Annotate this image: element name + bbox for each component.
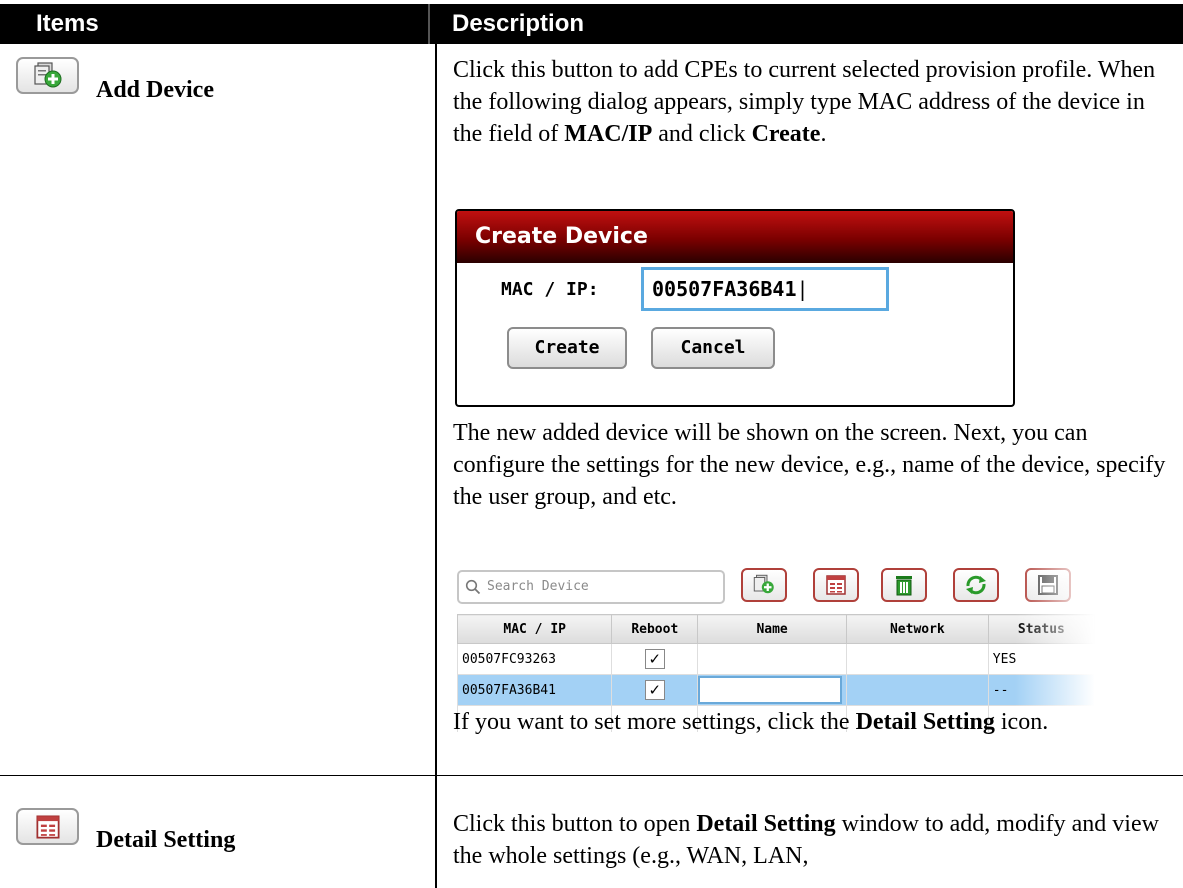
dialog-title: Create Device — [457, 211, 1013, 263]
toolbar-refresh-button[interactable] — [953, 568, 999, 602]
detail-setting-icon — [35, 814, 60, 839]
more-settings-description: If you want to set more settings, click … — [453, 709, 1049, 735]
detail-setting-button[interactable] — [16, 808, 79, 845]
search-icon — [465, 579, 481, 595]
cell-mac: 00507FA36B41 — [456, 674, 613, 706]
cell-name — [697, 674, 847, 706]
header-divider — [428, 4, 436, 44]
name-edit-input[interactable] — [698, 676, 843, 704]
cell-network[interactable] — [845, 674, 989, 706]
create-device-dialog: Create Device MAC / IP: 00507FA36B41| Cr… — [455, 209, 1015, 407]
col-name[interactable]: Name — [697, 614, 847, 644]
create-button[interactable]: Create — [507, 327, 627, 369]
header-description: Description — [436, 4, 1183, 44]
row-divider — [0, 775, 1183, 776]
new-device-description: The new added device will be shown on th… — [453, 420, 1166, 510]
header-items: Items — [0, 4, 428, 44]
cell-network[interactable] — [845, 643, 989, 675]
toolbar-detail-button[interactable] — [813, 568, 859, 602]
add-device-icon — [33, 61, 61, 87]
reboot-checkbox[interactable]: ✓ — [644, 649, 665, 669]
item-add-device: Add Device — [96, 77, 214, 103]
table-row[interactable]: 00507FC93263 ✓ YES — [456, 643, 1095, 675]
item-detail-setting: Detail Setting — [96, 827, 236, 853]
delete-icon — [896, 576, 912, 596]
reboot-checkbox[interactable]: ✓ — [644, 680, 665, 700]
col-mac-ip[interactable]: MAC / IP — [456, 614, 613, 644]
toolbar-delete-button[interactable] — [881, 568, 927, 602]
add-device-icon — [753, 574, 774, 594]
mac-ip-input[interactable]: 00507FA36B41| — [641, 267, 889, 311]
col-network[interactable]: Network — [845, 614, 989, 644]
column-divider — [435, 44, 437, 888]
detail-setting-icon — [826, 575, 846, 595]
col-reboot[interactable]: Reboot — [611, 614, 699, 644]
add-device-description: Click this button to add CPEs to current… — [453, 57, 1156, 147]
table-row[interactable]: 00507FA36B41 ✓ -- — [456, 674, 1095, 706]
mac-ip-label: MAC / IP: — [501, 279, 599, 300]
cell-name[interactable] — [697, 643, 847, 675]
detail-setting-description: Click this button to open Detail Setting… — [453, 811, 1159, 869]
toolbar-add-button[interactable] — [741, 568, 787, 602]
search-device-input[interactable]: Search Device — [457, 570, 725, 604]
add-device-button[interactable] — [16, 57, 79, 94]
cancel-button[interactable]: Cancel — [651, 327, 775, 369]
refresh-icon — [966, 575, 986, 595]
cell-reboot: ✓ — [611, 674, 699, 706]
cell-mac: 00507FC93263 — [456, 643, 613, 675]
cell-reboot: ✓ — [611, 643, 699, 675]
